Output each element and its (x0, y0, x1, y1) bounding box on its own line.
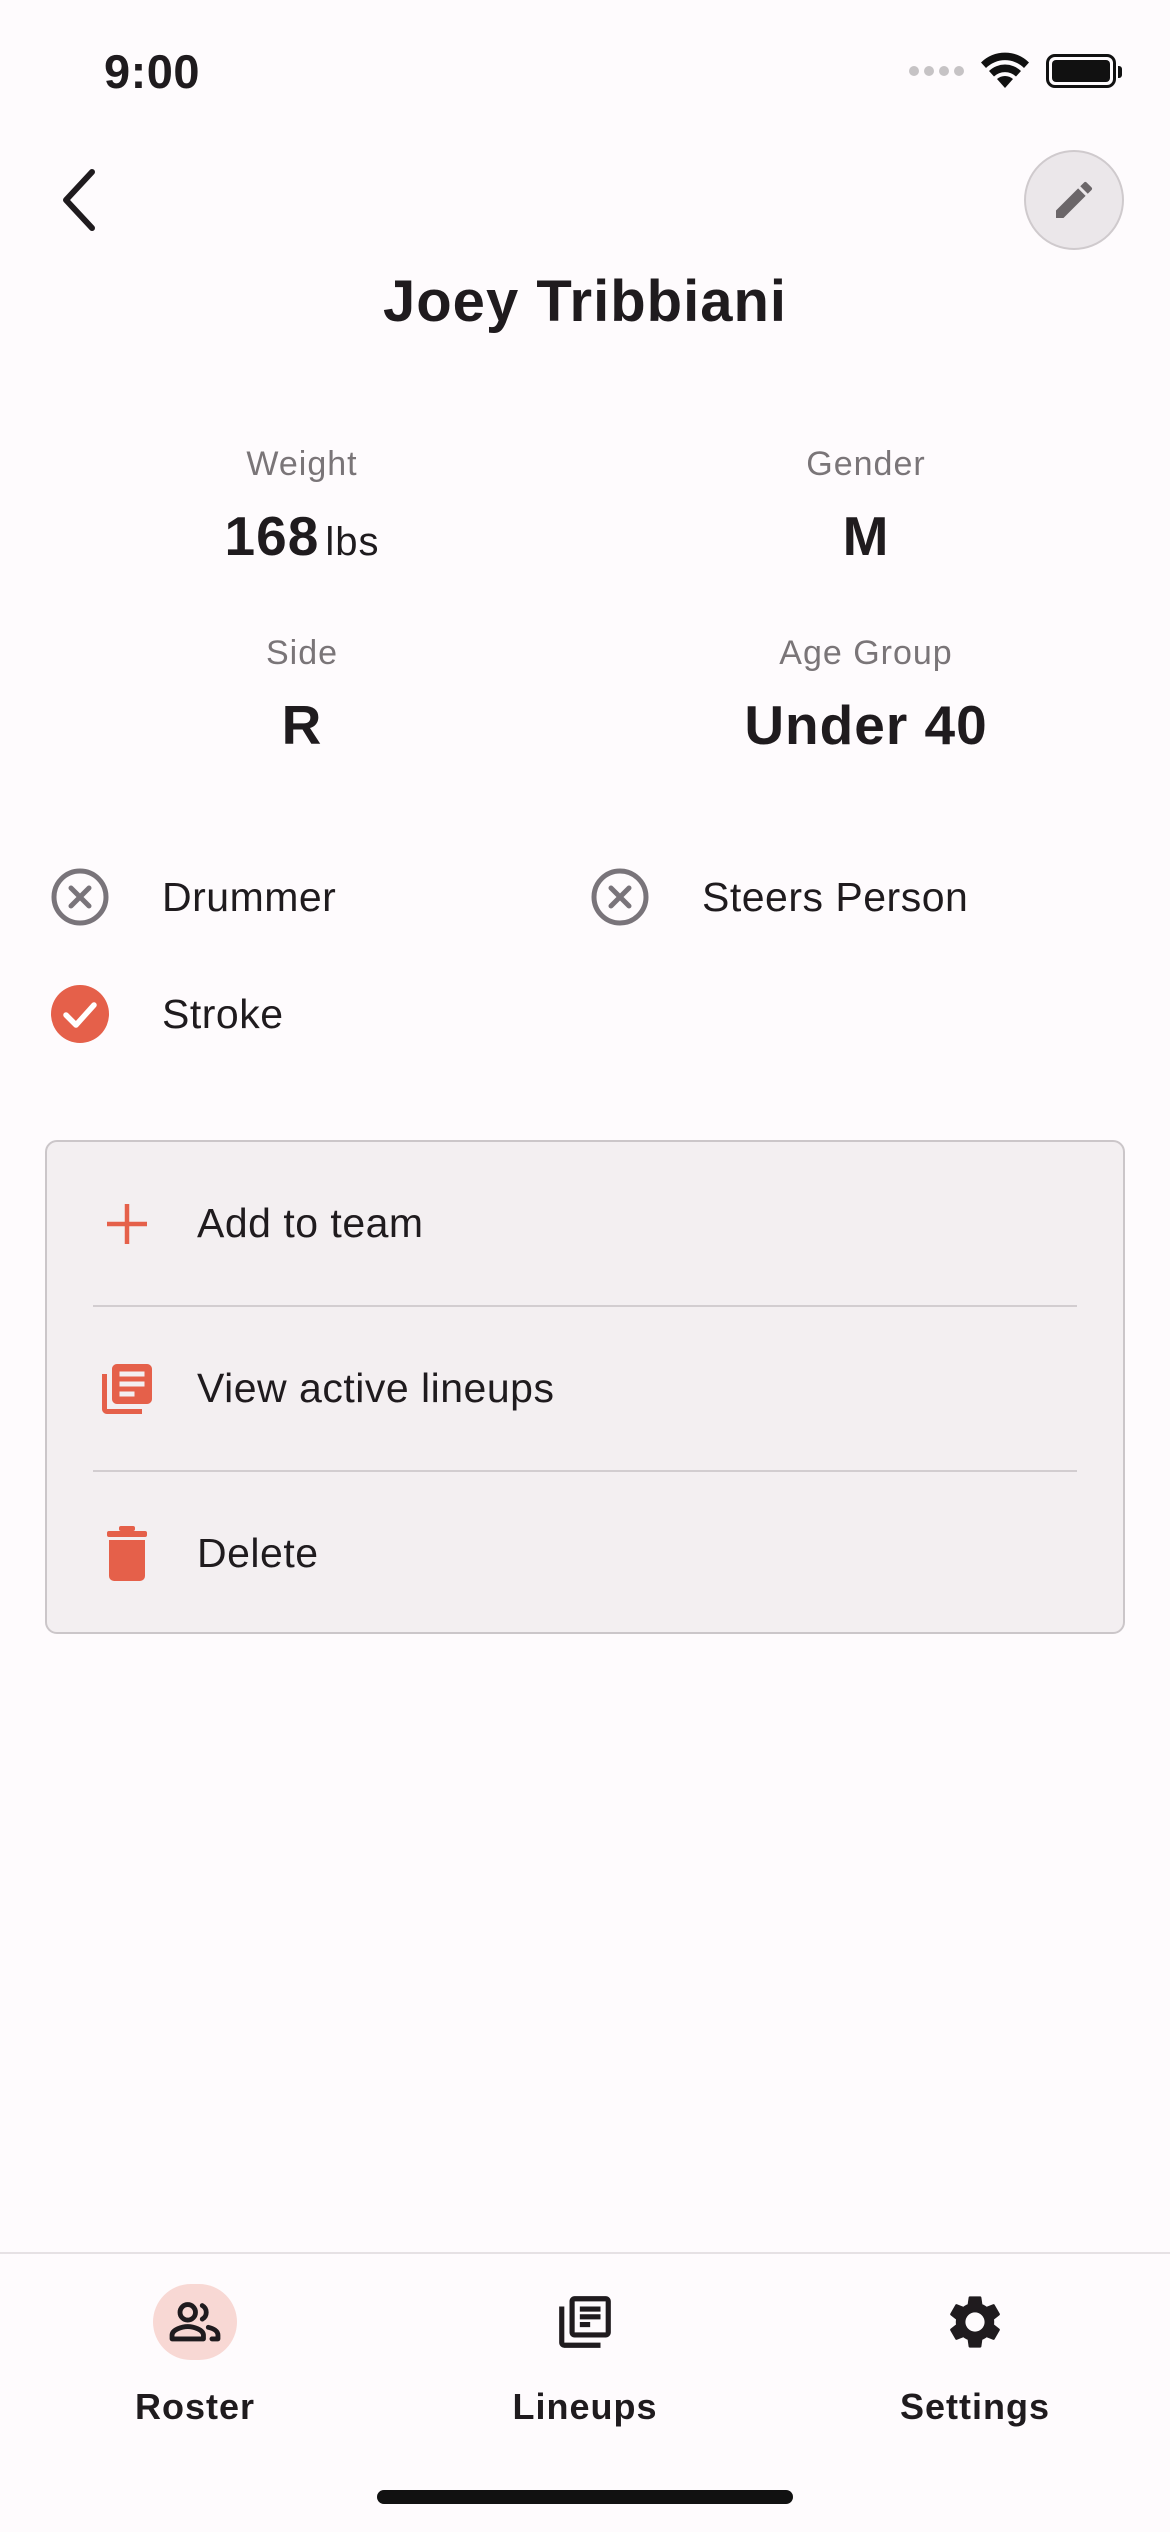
wifi-icon (980, 52, 1030, 90)
stat-age-group: Age Group Under 40 (666, 634, 1066, 757)
cellular-signal-icon (909, 66, 964, 76)
cancel-circle-icon (591, 868, 649, 926)
chevron-left-icon (63, 169, 95, 231)
role-stroke[interactable]: Stroke (50, 984, 283, 1044)
status-icons (909, 52, 1122, 90)
stat-value: M (842, 505, 890, 567)
role-label: Steers Person (702, 873, 969, 920)
stat-side: Side R (102, 634, 502, 757)
delete-button[interactable]: Delete (47, 1472, 1123, 1635)
stat-weight: Weight 168 lbs (102, 445, 502, 568)
view-active-lineups-button[interactable]: View active lineups (47, 1307, 1123, 1470)
nav-label: Roster (134, 2386, 256, 2427)
weight-unit: lbs (325, 520, 380, 564)
stat-label: Side (265, 634, 339, 672)
battery-icon (1046, 54, 1122, 88)
status-time: 9:00 (104, 45, 201, 98)
home-indicator[interactable] (377, 2490, 793, 2504)
check-circle-icon (51, 985, 109, 1043)
stat-label: Age Group (779, 634, 953, 672)
nav-roster[interactable]: Roster (45, 2284, 345, 2428)
action-label: Add to team (197, 1200, 424, 1246)
library-books-icon (559, 2296, 611, 2348)
back-button[interactable] (56, 164, 104, 236)
action-label: View active lineups (197, 1365, 555, 1411)
actions-card: Add to team View active lineups Delete (45, 1140, 1125, 1634)
stat-value: Under 40 (744, 694, 988, 756)
stat-label: Weight (246, 445, 358, 483)
weight-number: 168 (224, 505, 320, 567)
nav-icon-container (543, 2284, 627, 2360)
nav-settings[interactable]: Settings (825, 2284, 1125, 2428)
nav-active-indicator (153, 2284, 237, 2360)
library-books-icon (97, 1357, 157, 1421)
role-label: Drummer (162, 873, 337, 920)
cancel-circle-icon (51, 868, 109, 926)
role-label: Stroke (162, 990, 284, 1037)
stat-gender: Gender M (666, 445, 1066, 568)
nav-icon-container (933, 2284, 1017, 2360)
nav-lineups[interactable]: Lineups (435, 2284, 735, 2428)
role-drummer[interactable]: Drummer (50, 867, 336, 927)
stat-value: R (281, 694, 323, 756)
nav-label: Settings (899, 2386, 1050, 2427)
nav-label: Lineups (512, 2386, 658, 2427)
role-steers-person[interactable]: Steers Person (590, 867, 968, 927)
stat-value: 168 lbs (102, 504, 502, 568)
player-detail-screen: 9:00 Joey Tribbiani Weight 168 lbs Gende… (0, 0, 1170, 2532)
action-label: Delete (197, 1530, 319, 1576)
add-to-team-button[interactable]: Add to team (47, 1142, 1123, 1305)
trash-icon (97, 1522, 157, 1586)
page-title: Joey Tribbiani (383, 269, 787, 334)
people-icon (169, 2302, 221, 2342)
edit-button[interactable] (1024, 150, 1124, 250)
pencil-icon (1056, 181, 1093, 218)
stat-label: Gender (806, 445, 926, 483)
gear-icon (950, 2296, 1000, 2348)
plus-icon (97, 1192, 157, 1256)
